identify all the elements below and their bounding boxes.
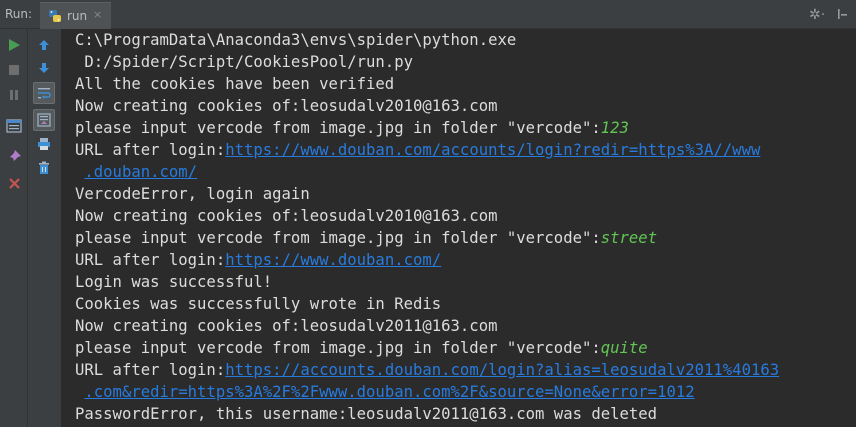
play-icon xyxy=(9,39,20,51)
console-line: Now creating cookies of:leosudalv2010@16… xyxy=(75,207,498,225)
url-link[interactable]: https://accounts.douban.com/login?alias=… xyxy=(225,361,779,379)
rerun-button[interactable] xyxy=(3,34,25,56)
console-line: URL after login:https://www.douban.com/ xyxy=(75,251,442,269)
console-line: URL after login:https://www.douban.com/a… xyxy=(75,141,761,159)
printer-icon xyxy=(38,138,50,150)
console-line: please input vercode from image.jpg in f… xyxy=(75,339,648,357)
console-line: Cookies was successfully wrote in Redis xyxy=(75,295,442,313)
close-run-button[interactable] xyxy=(3,172,25,194)
pin-icon xyxy=(8,150,21,163)
scroll-down-button[interactable] xyxy=(33,57,55,79)
console-line: .douban.com/ xyxy=(75,161,197,183)
console-line: VercodeError, login again xyxy=(75,185,310,203)
run-toolbar-secondary xyxy=(28,29,62,427)
arrow-down-icon xyxy=(39,63,49,73)
user-input-text: street xyxy=(600,229,658,247)
console-line: Now creating cookies of:leosudalv2011@16… xyxy=(75,317,498,335)
console-line: PasswordError, this username:leosudalv20… xyxy=(75,405,658,423)
gear-icon[interactable]: ✲· xyxy=(809,7,825,23)
tab-run[interactable]: run × xyxy=(40,2,111,29)
soft-wrap-toggle[interactable] xyxy=(33,82,55,104)
tab-run-label: run xyxy=(67,9,88,23)
clear-all-button[interactable] xyxy=(33,157,55,179)
console-line: .com&redir=https%3A%2F%2Fwww.douban.com%… xyxy=(75,381,694,403)
pause-button[interactable] xyxy=(3,84,25,106)
console-line: please input vercode from image.jpg in f… xyxy=(75,119,629,137)
stop-icon xyxy=(9,65,19,75)
console-line: Now creating cookies of:leosudalv2010@16… xyxy=(75,97,498,115)
console-line: please input vercode from image.jpg in f… xyxy=(75,229,658,247)
close-icon[interactable]: × xyxy=(93,8,102,21)
pause-icon xyxy=(10,90,18,100)
print-button[interactable] xyxy=(33,133,55,155)
scroll-to-end-icon xyxy=(37,113,51,127)
console-line: C:\ProgramData\Anaconda3\envs\spider\pyt… xyxy=(75,31,517,49)
arrow-up-icon xyxy=(39,40,49,50)
run-toolbar-primary xyxy=(0,29,28,427)
url-link[interactable]: https://www.douban.com/ xyxy=(225,251,441,269)
close-icon xyxy=(8,177,20,189)
hide-panel-icon[interactable] xyxy=(836,7,848,21)
trash-icon xyxy=(39,161,49,174)
url-link[interactable]: .douban.com/ xyxy=(84,163,197,181)
url-link[interactable]: https://www.douban.com/accounts/login?re… xyxy=(225,141,760,159)
pin-tab-button[interactable] xyxy=(3,146,25,168)
user-input-text: quite xyxy=(600,339,648,357)
run-panel-title: Run: xyxy=(5,7,33,21)
layout-icon xyxy=(6,119,22,133)
user-input-text: 123 xyxy=(600,119,629,137)
soft-wrap-icon xyxy=(38,88,51,99)
stop-button[interactable] xyxy=(3,59,25,81)
run-tool-window: Run: run × ✲· C:\ProgramData\Anaconda3\e… xyxy=(0,0,856,427)
run-header-bar: Run: run × ✲· xyxy=(0,0,856,29)
console-line: All the cookies have been verified xyxy=(75,75,395,93)
url-link[interactable]: .com&redir=https%3A%2F%2Fwww.douban.com%… xyxy=(84,383,694,401)
console-output[interactable]: C:\ProgramData\Anaconda3\envs\spider\pyt… xyxy=(62,29,856,427)
python-icon xyxy=(49,10,61,22)
scroll-up-button[interactable] xyxy=(33,34,55,56)
console-line: D:/Spider/Script/CookiesPool/run.py xyxy=(75,53,413,71)
scroll-to-end-toggle[interactable] xyxy=(33,109,55,131)
console-line: Login was successful! xyxy=(75,273,273,291)
restore-layout-button[interactable] xyxy=(3,115,25,137)
console-line: URL after login:https://accounts.douban.… xyxy=(75,361,780,379)
